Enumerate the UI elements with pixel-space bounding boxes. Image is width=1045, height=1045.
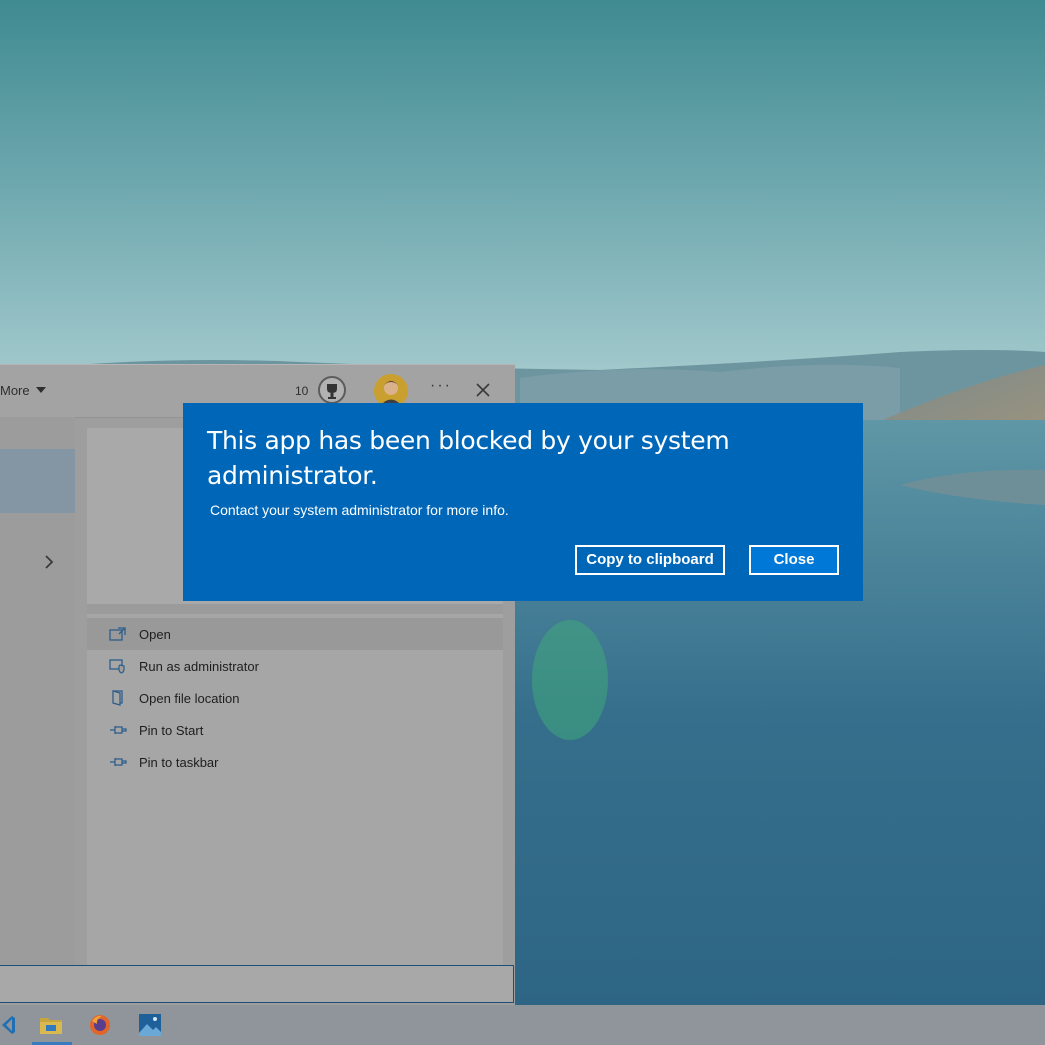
search-box[interactable] (0, 965, 514, 1003)
action-run-as-admin[interactable]: Run as administrator (87, 650, 503, 682)
divider (87, 604, 503, 614)
action-label: Pin to taskbar (139, 755, 219, 770)
close-button[interactable]: Close (749, 545, 839, 575)
more-label: More (0, 383, 30, 398)
more-dropdown[interactable]: More (0, 383, 46, 398)
chevron-right-icon[interactable] (42, 554, 56, 570)
trophy-icon[interactable] (317, 375, 347, 405)
action-label: Open file location (139, 691, 240, 706)
dialog-message: Contact your system administrator for mo… (210, 502, 509, 518)
firefox-icon[interactable] (88, 1013, 112, 1037)
action-label: Pin to Start (139, 723, 204, 738)
app-actions-list: Open Run as administrator Open file loca… (87, 618, 503, 778)
close-icon[interactable] (474, 381, 492, 399)
action-pin-to-start[interactable]: Pin to Start (87, 714, 503, 746)
nav-selected-item[interactable] (0, 449, 75, 513)
photos-icon[interactable] (138, 1013, 162, 1037)
copy-to-clipboard-button[interactable]: Copy to clipboard (575, 545, 725, 575)
action-label: Open (139, 627, 171, 642)
more-options-button[interactable]: ··· (430, 377, 452, 395)
run-as-admin-icon (109, 658, 127, 674)
action-open[interactable]: Open (87, 618, 503, 650)
file-location-icon (109, 690, 127, 706)
action-open-file-location[interactable]: Open file location (87, 682, 503, 714)
action-pin-to-taskbar[interactable]: Pin to taskbar (87, 746, 503, 778)
taskbar (0, 1005, 1045, 1045)
caret-down-icon (35, 387, 46, 393)
app-blocked-dialog: This app has been blocked by your system… (183, 403, 863, 601)
file-explorer-icon[interactable] (39, 1013, 63, 1037)
start-menu-nav (0, 417, 75, 965)
pin-icon (109, 754, 127, 770)
rewards-points: 10 (295, 384, 309, 398)
action-label: Run as administrator (139, 659, 259, 674)
dialog-title: This app has been blocked by your system… (207, 426, 730, 490)
vscode-icon[interactable] (0, 1013, 20, 1037)
open-icon (109, 626, 127, 642)
pin-icon (109, 722, 127, 738)
